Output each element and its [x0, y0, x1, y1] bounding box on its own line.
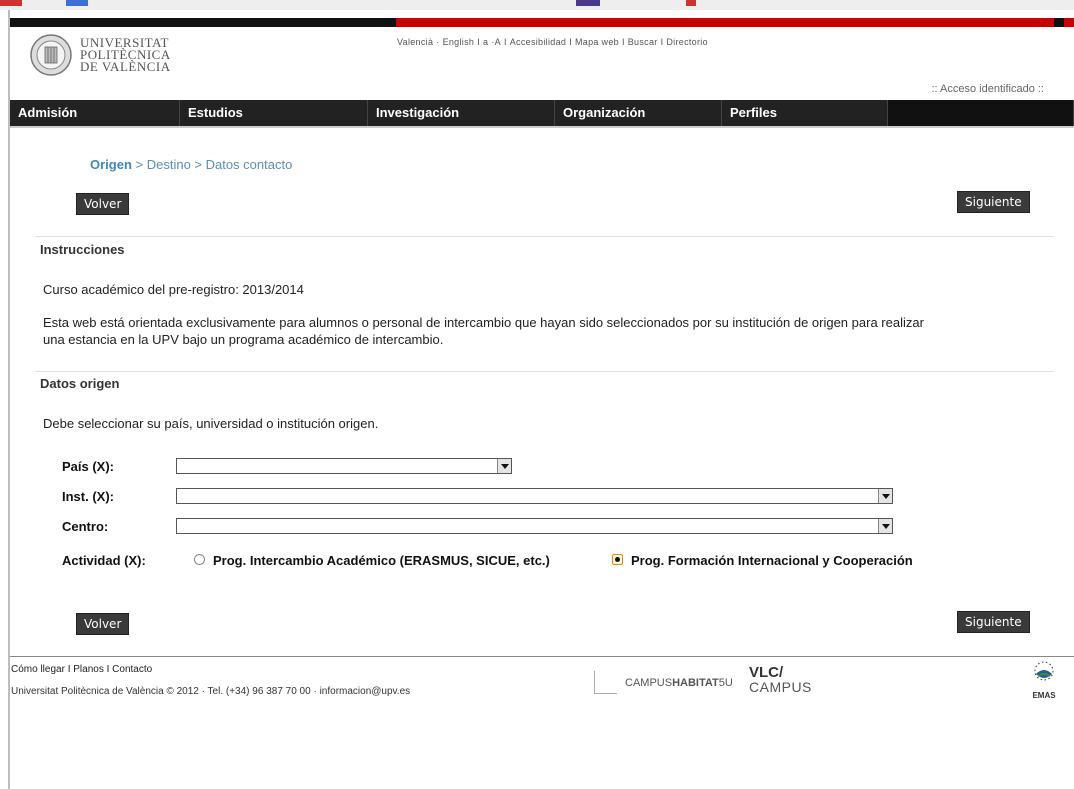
chevron-down-icon[interactable]	[878, 519, 892, 533]
main-nav: Admisión Estudios Investigación Organiza…	[10, 100, 1074, 126]
country-label: País (X):	[62, 459, 115, 474]
nav-item-estudios[interactable]: Estudios	[180, 100, 368, 126]
next-button-bottom[interactable]: Siguiente	[957, 611, 1030, 633]
institution-select[interactable]	[176, 488, 893, 504]
campus-text-b: HABITAT	[672, 676, 719, 689]
activity-option-exchange[interactable]: Prog. Intercambio Académico (ERASMUS, SI…	[213, 553, 550, 568]
link-mapa-web[interactable]: Mapa web	[575, 37, 619, 47]
link-valencia[interactable]: Valencià	[397, 37, 433, 47]
campus-text-a: CAMPUS	[625, 676, 673, 689]
campus-text-c: 5U	[718, 676, 733, 689]
activity-label: Actividad (X):	[62, 553, 146, 568]
footer-links[interactable]: Cómo llegar I Planos I Contacto	[11, 664, 152, 675]
nav-item-admision[interactable]: Admisión	[10, 100, 180, 126]
course-text: Curso académico del pre-registro: 2013/2…	[43, 282, 304, 297]
chevron-down-icon[interactable]	[878, 489, 892, 503]
origin-hint: Debe seleccionar su país, universidad o …	[43, 416, 379, 431]
link-font-larger[interactable]: ·A	[491, 37, 501, 47]
logo-line-3: DE VALÈNCIA	[80, 59, 171, 74]
nav-item-perfiles[interactable]: Perfiles	[722, 100, 888, 126]
center-label: Centro:	[62, 519, 109, 534]
footer-copyright: Universitat Politècnica de València © 20…	[11, 686, 411, 697]
emas-logo[interactable]: EMAS	[1028, 660, 1060, 700]
country-select[interactable]	[176, 458, 512, 474]
footer-divider	[10, 656, 1074, 657]
activity-radio-exchange[interactable]	[194, 554, 205, 565]
campus-habitat-icon	[594, 671, 617, 694]
vlc-campus-text: CAMPUS	[749, 679, 812, 695]
nav-filler	[888, 100, 1074, 126]
nav-item-organizacion[interactable]: Organización	[555, 100, 722, 126]
next-button-top[interactable]: Siguiente	[957, 191, 1030, 213]
top-links: Valencià · English Ia ·A I Accesibilidad I Mapa …	[397, 37, 711, 47]
divider	[36, 371, 1054, 372]
nav-item-investigacion[interactable]: Investigación	[368, 100, 555, 126]
separator: I	[477, 37, 481, 47]
instructions-title: Instrucciones	[40, 242, 125, 257]
breadcrumb-rest: > Destino > Datos contacto	[131, 157, 293, 172]
upv-logo[interactable]: UNIVERSITAT POLITÈCNICA DE VALÈNCIA	[30, 34, 171, 76]
link-font-smaller[interactable]: a	[483, 37, 488, 47]
separator: I	[569, 37, 572, 47]
institution-label: Inst. (X):	[62, 489, 114, 504]
vlc-campus-logo[interactable]: VLC/ CAMPUS	[749, 664, 812, 695]
link-directorio[interactable]: Directorio	[666, 37, 708, 47]
separator: I	[503, 37, 507, 47]
activity-option-training[interactable]: Prog. Formación Internacional y Cooperac…	[631, 553, 913, 568]
separator: I	[621, 37, 625, 47]
chevron-down-icon[interactable]	[497, 459, 511, 473]
campus-habitat-logo[interactable]: CAMPUSHABITAT5U	[594, 671, 733, 694]
emas-icon	[1034, 661, 1054, 681]
divider	[36, 236, 1054, 237]
vlc-text: VLC/	[749, 664, 784, 681]
browser-top-strip	[0, 0, 1074, 10]
separator: I	[660, 37, 664, 47]
back-button-bottom[interactable]: Volver	[76, 613, 130, 635]
link-buscar[interactable]: Buscar	[628, 37, 658, 47]
emas-label: EMAS	[1032, 691, 1056, 700]
header-top-bar	[10, 18, 1074, 27]
separator: ·	[436, 37, 440, 47]
link-accesibilidad[interactable]: Accesibilidad	[510, 37, 566, 47]
instructions-text-1: Esta web está orientada exclusivamente p…	[43, 315, 924, 330]
instructions-text-2: una estancia en la UPV bajo un programa …	[43, 332, 444, 347]
back-button-top[interactable]: Volver	[76, 193, 130, 215]
activity-radio-training[interactable]	[612, 554, 623, 565]
center-select[interactable]	[176, 518, 893, 534]
breadcrumb: Origen > Destino > Datos contacto	[90, 157, 292, 172]
access-login-link[interactable]: :: Acceso identificado ::	[931, 83, 1044, 95]
nav-divider	[10, 126, 1074, 128]
origin-title: Datos origen	[40, 376, 120, 391]
upv-seal-icon	[30, 34, 72, 76]
link-english[interactable]: English	[443, 37, 475, 47]
breadcrumb-current: Origen	[90, 157, 132, 172]
